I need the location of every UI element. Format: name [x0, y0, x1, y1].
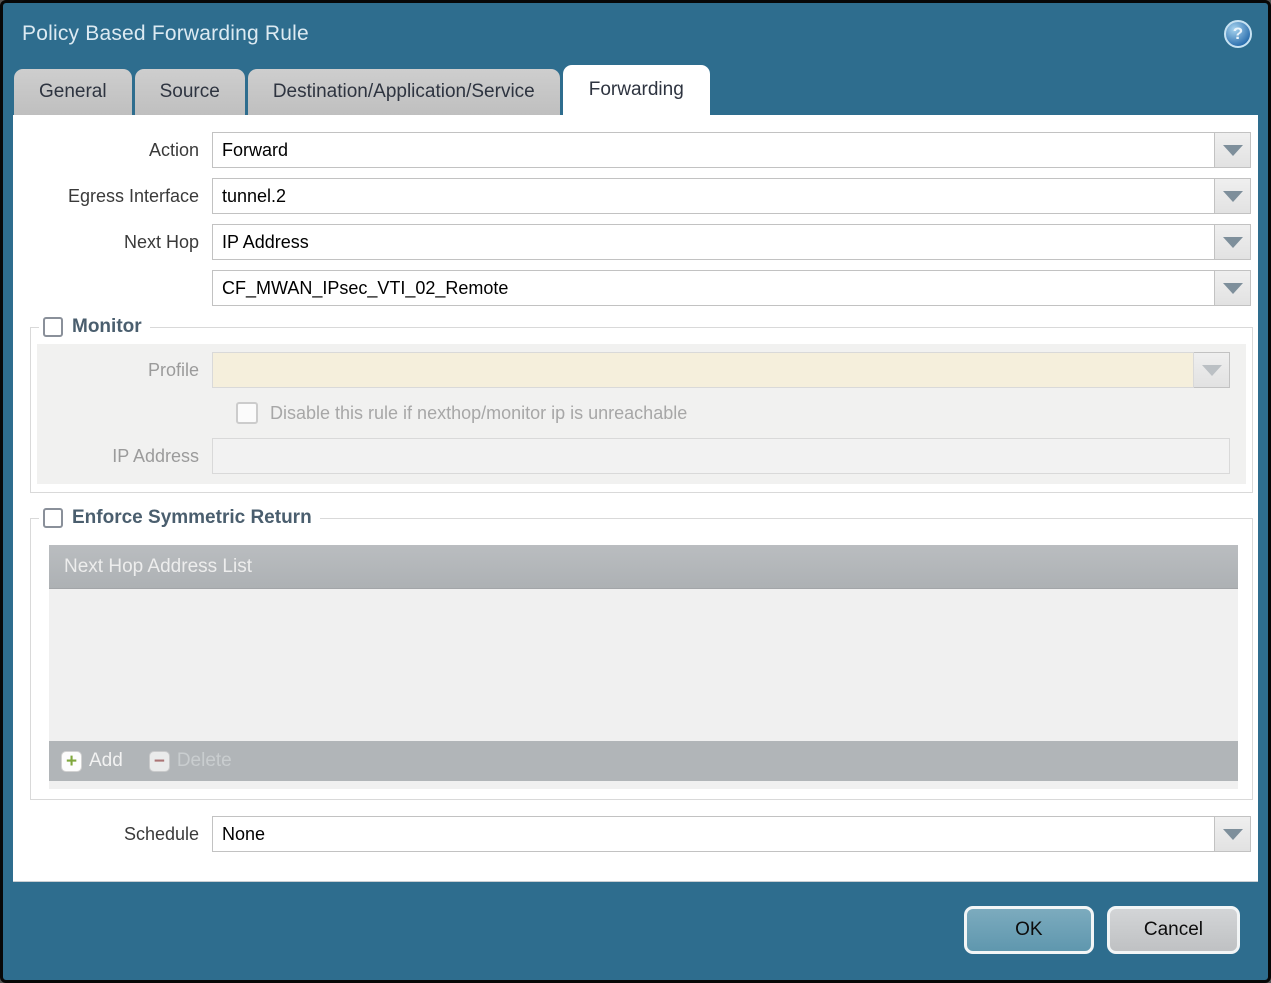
tab-bar: General Source Destination/Application/S…: [3, 65, 1268, 115]
schedule-row: Schedule: [13, 816, 1258, 852]
egress-interface-dropdown-button[interactable]: [1215, 178, 1251, 214]
next-hop-address-list-body[interactable]: [49, 589, 1238, 741]
next-hop-address-row: [13, 270, 1258, 306]
tab-forwarding[interactable]: Forwarding: [563, 65, 710, 115]
ok-button[interactable]: OK: [964, 906, 1094, 954]
next-hop-type-dropdown-button[interactable]: [1215, 224, 1251, 260]
profile-dropdown-button: [1194, 352, 1230, 388]
tab-general[interactable]: General: [14, 69, 132, 115]
next-hop-address-list-table: Next Hop Address List + Add − Delete: [49, 545, 1238, 789]
profile-row: Profile: [37, 352, 1246, 388]
monitor-checkbox[interactable]: [43, 317, 63, 337]
table-footer-strip: [49, 781, 1238, 789]
delete-button: − Delete: [149, 750, 232, 772]
monitor-ip-address-input: [212, 438, 1230, 474]
table-toolbar: + Add − Delete: [49, 741, 1238, 781]
monitor-legend-label: Monitor: [72, 316, 142, 338]
next-hop-address-select[interactable]: [212, 270, 1215, 306]
schedule-dropdown-button[interactable]: [1215, 816, 1251, 852]
monitor-fieldset: Monitor Profile Disable this rule if nex…: [30, 316, 1253, 493]
profile-select: [212, 352, 1194, 388]
next-hop-address-dropdown-button[interactable]: [1215, 270, 1251, 306]
schedule-combo: [212, 816, 1251, 852]
chevron-down-icon: [1223, 237, 1243, 248]
action-select[interactable]: [212, 132, 1215, 168]
disable-rule-checkbox: [236, 402, 258, 424]
egress-interface-row: Egress Interface: [13, 178, 1258, 214]
schedule-select[interactable]: [212, 816, 1215, 852]
action-row: Action: [13, 132, 1258, 168]
chevron-down-icon: [1223, 829, 1243, 840]
add-button-label: Add: [89, 750, 123, 772]
next-hop-row: Next Hop: [13, 224, 1258, 260]
action-combo: [212, 132, 1251, 168]
dialog-titlebar: Policy Based Forwarding Rule ?: [3, 3, 1268, 65]
egress-interface-combo: [212, 178, 1251, 214]
next-hop-type-select[interactable]: [212, 224, 1215, 260]
plus-icon: +: [61, 751, 82, 772]
monitor-ip-address-row: IP Address: [37, 438, 1246, 474]
disable-rule-label: Disable this rule if nexthop/monitor ip …: [270, 403, 687, 424]
add-button[interactable]: + Add: [61, 750, 123, 772]
profile-combo: [212, 352, 1230, 388]
tab-source[interactable]: Source: [135, 69, 245, 115]
disable-rule-row: Disable this rule if nexthop/monitor ip …: [236, 402, 1246, 424]
action-dropdown-button[interactable]: [1215, 132, 1251, 168]
dialog-footer: OK Cancel: [3, 882, 1268, 977]
minus-icon: −: [149, 751, 170, 772]
monitor-ip-address-label: IP Address: [37, 446, 212, 467]
next-hop-type-combo: [212, 224, 1251, 260]
delete-button-label: Delete: [177, 750, 232, 772]
help-icon[interactable]: ?: [1224, 20, 1252, 48]
cancel-button[interactable]: Cancel: [1107, 906, 1240, 954]
enforce-symmetric-return-legend-label: Enforce Symmetric Return: [72, 507, 312, 529]
enforce-symmetric-return-fieldset: Enforce Symmetric Return Next Hop Addres…: [30, 507, 1253, 800]
action-label: Action: [13, 140, 212, 161]
enforce-symmetric-return-checkbox[interactable]: [43, 508, 63, 528]
monitor-panel: Profile Disable this rule if nexthop/mon…: [37, 344, 1246, 484]
next-hop-address-combo: [212, 270, 1251, 306]
monitor-legend: Monitor: [39, 316, 150, 338]
enforce-symmetric-return-legend: Enforce Symmetric Return: [39, 507, 320, 529]
schedule-label: Schedule: [13, 824, 212, 845]
policy-based-forwarding-dialog: Policy Based Forwarding Rule ? General S…: [0, 0, 1271, 983]
profile-label: Profile: [37, 360, 212, 381]
egress-interface-label: Egress Interface: [13, 186, 212, 207]
chevron-down-icon: [1223, 145, 1243, 156]
next-hop-address-list-header: Next Hop Address List: [49, 545, 1238, 589]
next-hop-label: Next Hop: [13, 232, 212, 253]
chevron-down-icon: [1202, 365, 1222, 376]
tab-destination-application-service[interactable]: Destination/Application/Service: [248, 69, 560, 115]
egress-interface-select[interactable]: [212, 178, 1215, 214]
chevron-down-icon: [1223, 283, 1243, 294]
forwarding-tab-panel: Action Egress Interface Next Hop: [13, 115, 1258, 882]
dialog-title: Policy Based Forwarding Rule: [22, 22, 309, 46]
chevron-down-icon: [1223, 191, 1243, 202]
